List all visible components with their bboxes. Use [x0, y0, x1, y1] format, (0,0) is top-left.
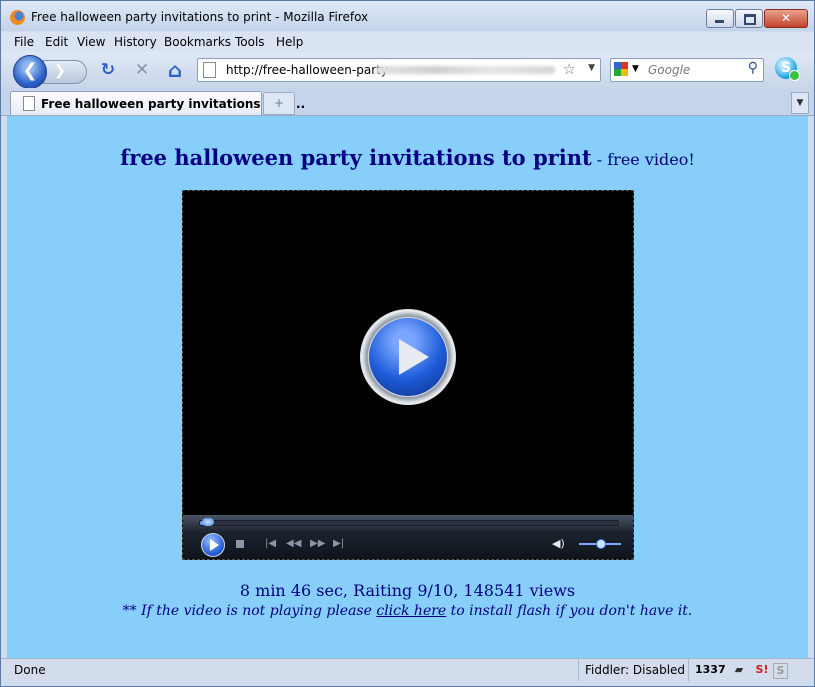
- url-dropdown-icon[interactable]: ▼: [588, 63, 595, 73]
- firefox-logo-icon: [10, 10, 25, 25]
- title-bar: Free halloween party invitations to prin…: [1, 1, 814, 31]
- counter: 1337: [688, 659, 727, 681]
- addon-icon[interactable]: ▰: [731, 663, 747, 677]
- stop-icon[interactable]: ✕: [131, 60, 153, 80]
- seek-bar[interactable]: [199, 518, 619, 526]
- note-prefix: ** If the video is not playing please: [122, 603, 377, 619]
- heading-sub: - free video!: [591, 150, 695, 169]
- big-play-button[interactable]: [360, 309, 456, 405]
- tab-page-icon: [23, 96, 35, 111]
- menu-file[interactable]: File: [14, 35, 34, 49]
- install-flash-link[interactable]: click here: [376, 603, 446, 619]
- note-suffix: to install flash if you don't have it.: [446, 603, 693, 619]
- fast-forward-icon[interactable]: ▶▶: [310, 538, 325, 549]
- seek-knob[interactable]: [202, 518, 214, 526]
- menu-bar: File Edit View History Bookmarks Tools H…: [1, 32, 814, 52]
- tab-strip: Free halloween party invitations to p...…: [1, 88, 814, 116]
- reload-icon[interactable]: ↻: [97, 60, 119, 80]
- status-text: Done: [14, 663, 46, 677]
- minimize-button[interactable]: [706, 9, 734, 28]
- search-placeholder[interactable]: Google: [648, 63, 690, 77]
- firefox-window: Free halloween party invitations to prin…: [0, 0, 815, 687]
- tab-list-button[interactable]: ▼: [791, 92, 809, 114]
- menu-help[interactable]: Help: [276, 35, 303, 49]
- google-engine-icon[interactable]: [614, 62, 628, 76]
- heading-main: free halloween party invitations to prin…: [120, 145, 592, 170]
- stop-button[interactable]: [236, 540, 244, 548]
- back-button[interactable]: ❮: [13, 55, 47, 89]
- page-heading: free halloween party invitations to prin…: [7, 145, 808, 170]
- menu-history[interactable]: History: [114, 35, 157, 49]
- menu-view[interactable]: View: [77, 35, 105, 49]
- search-box[interactable]: ▼ Google ⚲: [610, 58, 764, 82]
- tab-active[interactable]: Free halloween party invitations to p...: [10, 91, 305, 115]
- maximize-button[interactable]: [735, 9, 763, 28]
- next-icon[interactable]: ▶|: [333, 538, 344, 549]
- url-blurred-part: [375, 66, 555, 74]
- search-engine-dropdown-icon[interactable]: ▼: [632, 64, 639, 74]
- url-bar[interactable]: http://free-halloween-party ☆ ▼: [197, 58, 601, 82]
- search-icon[interactable]: ⚲: [748, 60, 758, 76]
- url-text[interactable]: http://free-halloween-party: [226, 63, 388, 77]
- new-tab-button[interactable]: +: [263, 92, 295, 115]
- skype-status-icon: [789, 70, 800, 81]
- volume-knob[interactable]: [596, 539, 606, 549]
- play-icon: [399, 339, 429, 375]
- menu-bookmarks[interactable]: Bookmarks: [164, 35, 231, 49]
- video-stats: 8 min 46 sec, Raiting 9/10, 148541 views: [239, 581, 576, 600]
- video-player[interactable]: |◀ ◀◀ ▶▶ ▶| ◀): [182, 190, 634, 560]
- player-controls: |◀ ◀◀ ▶▶ ▶| ◀): [183, 515, 633, 559]
- navigation-toolbar: ❯ ❮ ↻ ✕ ⌂ http://free-halloween-party ☆ …: [1, 52, 814, 89]
- rewind-icon[interactable]: ◀◀: [286, 538, 301, 549]
- window-controls: ✕: [705, 9, 808, 28]
- menu-tools[interactable]: Tools: [235, 35, 265, 49]
- play-button[interactable]: [201, 533, 225, 557]
- fiddler-status[interactable]: Fiddler: Disabled: [578, 659, 687, 681]
- bookmark-star-icon[interactable]: ☆: [563, 60, 576, 78]
- page-icon: [203, 62, 216, 78]
- volume-icon[interactable]: ◀): [552, 537, 565, 550]
- big-play-inner: [369, 318, 447, 396]
- extension-icon[interactable]: S: [773, 663, 788, 679]
- window-title: Free halloween party invitations to prin…: [31, 10, 369, 24]
- sitemeter-icon[interactable]: S!: [754, 663, 770, 677]
- page-content: free halloween party invitations to prin…: [7, 116, 808, 658]
- skype-icon[interactable]: S: [775, 57, 800, 81]
- forward-button[interactable]: ❯: [43, 60, 87, 84]
- home-icon[interactable]: ⌂: [164, 60, 186, 80]
- flash-note: ** If the video is not playing please cl…: [7, 603, 808, 619]
- previous-icon[interactable]: |◀: [265, 538, 276, 549]
- menu-edit[interactable]: Edit: [45, 35, 68, 49]
- close-button[interactable]: ✕: [764, 9, 808, 28]
- status-bar: Done Fiddler: Disabled 1337 ▰ S! S: [1, 658, 814, 681]
